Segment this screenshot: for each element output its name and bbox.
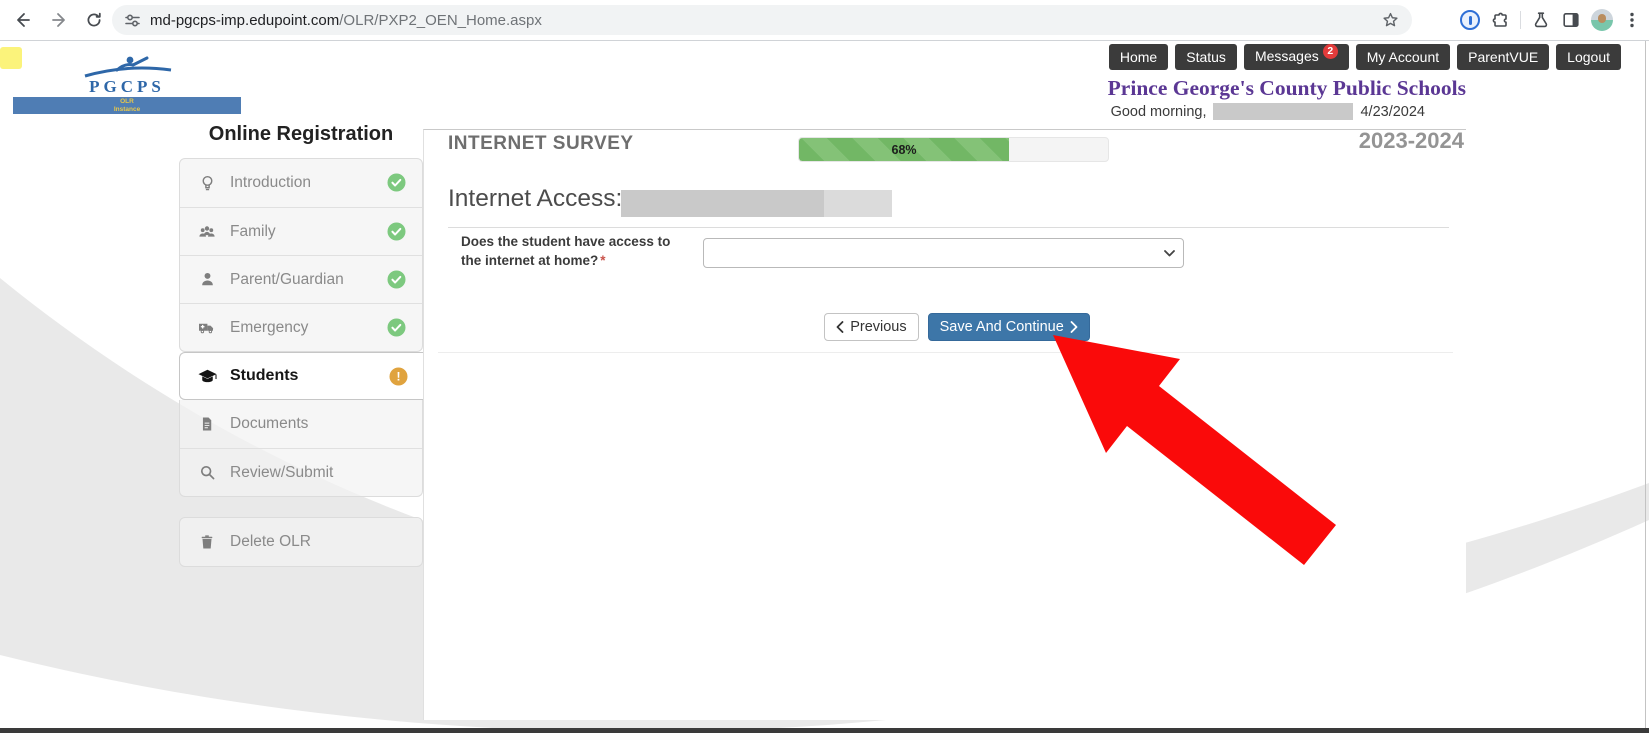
graduation-cap-icon bbox=[196, 366, 218, 387]
content-divider bbox=[438, 352, 1453, 353]
top-navigation: Home Status Messages2 My Account ParentV… bbox=[1109, 44, 1621, 70]
side-panel-icon[interactable] bbox=[1561, 10, 1581, 30]
nav-messages-button[interactable]: Messages2 bbox=[1244, 44, 1349, 70]
complete-badge-icon bbox=[387, 318, 406, 337]
reload-icon[interactable] bbox=[79, 5, 109, 35]
nav-my-account-button[interactable]: My Account bbox=[1356, 44, 1450, 70]
forward-icon[interactable] bbox=[44, 5, 74, 35]
greeting-row: Good morning, 4/23/2024 bbox=[1111, 103, 1425, 120]
messages-count-badge: 2 bbox=[1323, 44, 1338, 59]
section-title: Internet Access: bbox=[448, 185, 622, 213]
nav-parentvue-button[interactable]: ParentVUE bbox=[1457, 44, 1549, 70]
menu-kebab-icon[interactable] bbox=[1623, 10, 1641, 30]
sidebar-item-label: Documents bbox=[230, 415, 308, 433]
form-button-row: Previous Save And Continue bbox=[436, 313, 1478, 341]
required-asterisk: * bbox=[600, 253, 605, 268]
ambulance-icon bbox=[196, 318, 218, 338]
logo-banner-line2: Instance bbox=[13, 106, 241, 114]
sidebar-item-introduction[interactable]: Introduction bbox=[180, 159, 422, 207]
site-info-icon[interactable] bbox=[124, 12, 141, 29]
trash-icon bbox=[196, 533, 218, 551]
nav-logout-button[interactable]: Logout bbox=[1556, 44, 1621, 70]
progress-fill: 68% bbox=[799, 138, 1009, 161]
district-title: Prince George's County Public Schools bbox=[1108, 76, 1466, 101]
current-date: 4/23/2024 bbox=[1360, 104, 1425, 120]
page-right-border bbox=[1645, 41, 1646, 728]
school-year: 2023-2024 bbox=[1359, 128, 1464, 154]
chevron-right-icon bbox=[1070, 321, 1078, 333]
complete-badge-icon bbox=[387, 270, 406, 289]
toolbar-divider bbox=[1520, 11, 1521, 29]
save-and-continue-button[interactable]: Save And Continue bbox=[928, 313, 1090, 341]
lightbulb-icon bbox=[196, 174, 218, 193]
sidebar-item-emergency[interactable]: Emergency bbox=[180, 303, 422, 351]
logo-banner-line1: OLR bbox=[13, 98, 241, 106]
complete-badge-icon bbox=[387, 173, 406, 192]
url-domain: md-pgcps-imp.edupoint.com bbox=[150, 12, 339, 29]
progress-bar: 68% bbox=[798, 137, 1109, 162]
question-label: Does the student have access to the inte… bbox=[461, 232, 686, 270]
sidebar-group-bottom: Documents Review/Submit bbox=[179, 400, 423, 497]
sidebar-title: Online Registration bbox=[179, 118, 423, 158]
sidebar-item-label: Parent/Guardian bbox=[230, 271, 344, 289]
sidebar-item-students[interactable]: Students ! bbox=[179, 352, 424, 400]
logo-text: PGCPS bbox=[7, 80, 247, 94]
extensions-icon[interactable] bbox=[1490, 10, 1510, 30]
profile-avatar[interactable] bbox=[1591, 9, 1613, 31]
sidebar-item-review-submit[interactable]: Review/Submit bbox=[180, 448, 422, 496]
chevron-left-icon bbox=[836, 321, 844, 333]
complete-badge-icon bbox=[387, 222, 406, 241]
sidebar-group-top: Introduction Family Parent/Guardian bbox=[179, 158, 423, 352]
document-icon bbox=[196, 415, 218, 433]
pgcps-logo: PGCPS OLR Instance bbox=[7, 54, 247, 114]
sidebar-item-label: Review/Submit bbox=[230, 464, 333, 482]
nav-home-button[interactable]: Home bbox=[1109, 44, 1168, 70]
onepassword-extension-icon[interactable] bbox=[1460, 10, 1480, 30]
sidebar-item-parent-guardian[interactable]: Parent/Guardian bbox=[180, 255, 422, 303]
greeting-text: Good morning, bbox=[1111, 104, 1207, 120]
sidebar-item-delete-olr[interactable]: Delete OLR bbox=[180, 518, 422, 566]
sidebar-item-label: Delete OLR bbox=[230, 533, 311, 551]
redacted-student-name bbox=[621, 190, 824, 217]
warning-badge-icon: ! bbox=[389, 367, 408, 386]
internet-access-select[interactable] bbox=[703, 238, 1184, 268]
person-icon bbox=[196, 270, 218, 289]
sidebar-item-label: Emergency bbox=[230, 319, 308, 337]
nav-status-button[interactable]: Status bbox=[1175, 44, 1237, 70]
page-bottom-bar bbox=[0, 728, 1649, 733]
previous-button[interactable]: Previous bbox=[824, 313, 918, 341]
main-panel: INTERNET SURVEY 68% 2023-2024 Internet A… bbox=[423, 129, 1466, 720]
redacted-user-name bbox=[1213, 103, 1353, 120]
sidebar-group-delete: Delete OLR bbox=[179, 517, 423, 567]
browser-toolbar: md-pgcps-imp.edupoint.com/OLR/PXP2_OEN_H… bbox=[0, 0, 1649, 41]
section-divider bbox=[448, 227, 1449, 228]
back-icon[interactable] bbox=[8, 5, 38, 35]
flask-icon[interactable] bbox=[1531, 10, 1551, 30]
sidebar-item-documents[interactable]: Documents bbox=[180, 400, 422, 448]
internet-access-select-wrap bbox=[703, 238, 1184, 268]
sidebar-item-label: Students bbox=[230, 367, 298, 385]
sidebar-item-label: Family bbox=[230, 223, 276, 241]
sidebar: Online Registration Introduction Family bbox=[179, 118, 423, 567]
logo-banner: OLR Instance bbox=[13, 97, 241, 114]
url-bar[interactable]: md-pgcps-imp.edupoint.com/OLR/PXP2_OEN_H… bbox=[112, 5, 1412, 35]
sidebar-item-family[interactable]: Family bbox=[180, 207, 422, 255]
redacted-student-name-2 bbox=[824, 190, 892, 217]
svg-text:!: ! bbox=[397, 370, 401, 384]
search-icon bbox=[196, 463, 218, 482]
progress-label: 68% bbox=[892, 143, 917, 157]
sidebar-item-label: Introduction bbox=[230, 174, 311, 192]
page-title: INTERNET SURVEY bbox=[448, 133, 634, 155]
bookmark-star-icon[interactable] bbox=[1381, 11, 1400, 30]
family-icon bbox=[196, 222, 218, 242]
url-path: /OLR/PXP2_OEN_Home.aspx bbox=[339, 12, 542, 29]
